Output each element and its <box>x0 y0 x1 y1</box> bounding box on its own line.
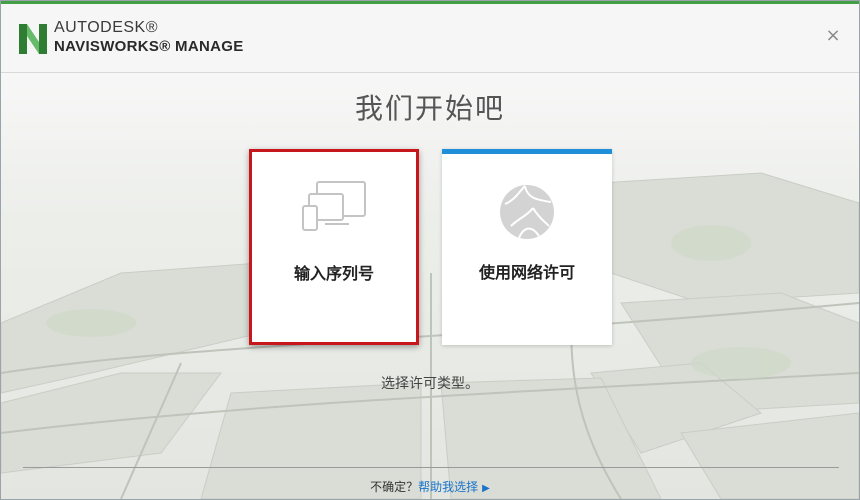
city-background-image <box>1 73 859 499</box>
license-dialog: AUTODESK® NAVISWORKS® MANAGE × 我们开始吧 输入序… <box>0 0 860 500</box>
play-arrow-icon[interactable]: ▶ <box>482 483 490 494</box>
navisworks-logo-icon <box>19 24 47 54</box>
network-license-label: 使用网络许可 <box>478 263 575 282</box>
footer-divider <box>23 467 839 468</box>
choose-license-subtitle: 选择许可类型。 <box>381 376 479 392</box>
brand-product: NAVISWORKS® MANAGE <box>54 38 244 55</box>
serial-number-label: 输入序列号 <box>293 264 374 283</box>
page-title: 我们开始吧 <box>354 92 505 125</box>
devices-icon <box>302 181 366 231</box>
not-sure-text: 不确定？ <box>370 480 419 494</box>
help-me-choose-link[interactable]: 帮助我选择 <box>418 480 478 494</box>
brand-company: AUTODESK® <box>54 19 159 36</box>
dialog-header: AUTODESK® NAVISWORKS® MANAGE × <box>1 4 859 73</box>
network-license-option[interactable]: 使用网络许可 <box>442 149 612 345</box>
serial-number-option[interactable]: 输入序列号 <box>249 149 419 345</box>
network-globe-icon <box>500 185 554 239</box>
footer-help: 不确定？帮助我选择 ▶ <box>1 478 859 495</box>
close-button[interactable]: × <box>825 27 841 45</box>
